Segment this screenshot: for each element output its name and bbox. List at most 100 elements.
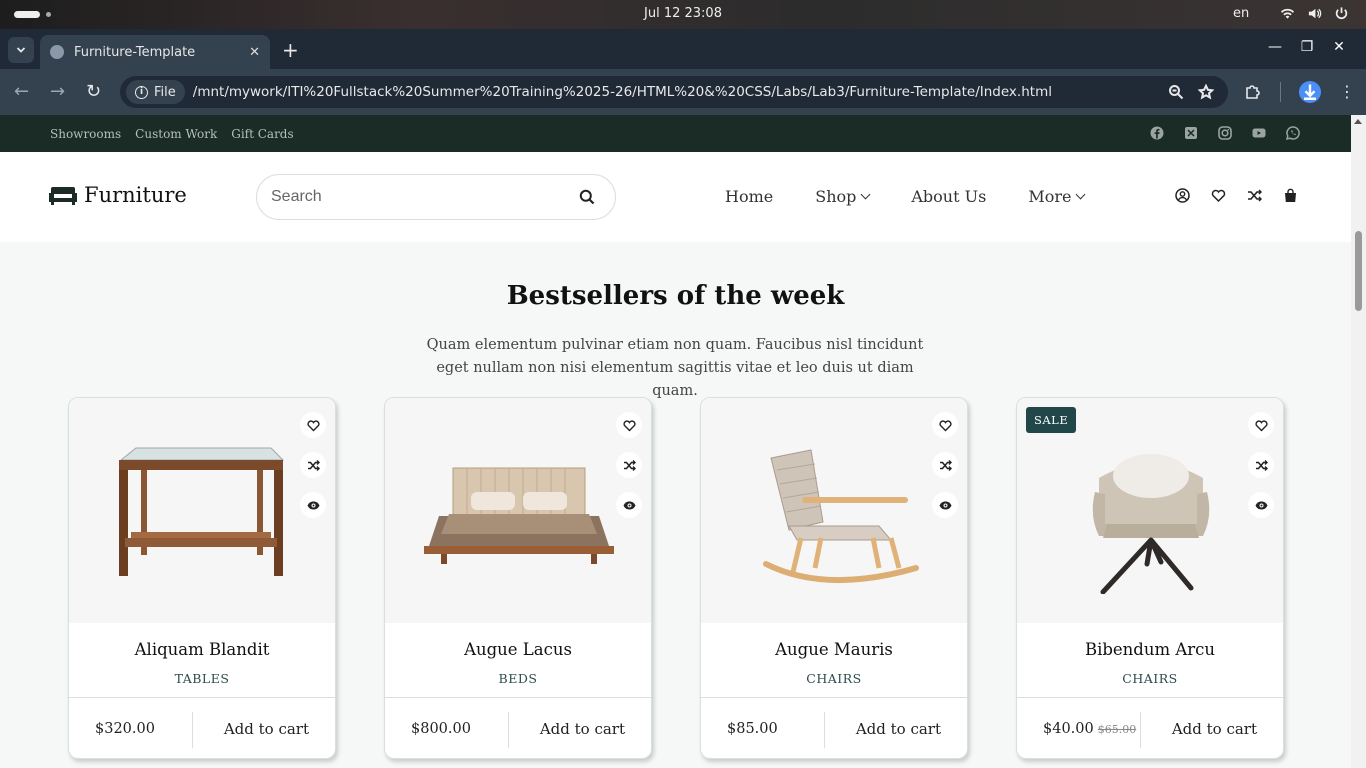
chevron-down-icon	[860, 189, 871, 200]
whatsapp-icon[interactable]	[1286, 126, 1300, 140]
nav-more[interactable]: More	[1028, 187, 1086, 206]
product-name[interactable]: Bibendum Arcu	[1017, 640, 1283, 659]
youtube-icon[interactable]	[1252, 126, 1266, 140]
back-arrow-icon[interactable]: ←	[14, 81, 29, 102]
product-card[interactable]: Augue Mauris CHAIRS $85.00 Add to cart	[700, 397, 968, 759]
product-name[interactable]: Augue Mauris	[701, 640, 967, 659]
close-icon[interactable]: ✕	[1332, 39, 1346, 55]
product-card[interactable]: Augue Lacus BEDS $800.00 Add to cart	[384, 397, 652, 759]
compare-button[interactable]	[300, 452, 326, 478]
site-info-chip[interactable]: i File	[126, 80, 185, 104]
product-card[interactable]: SALE Bibendum Arcu CHAIRS $40.00 $65.00 A…	[1016, 397, 1284, 759]
card-actions	[300, 412, 326, 518]
volume-icon	[1308, 8, 1322, 19]
tab-search-button[interactable]	[8, 37, 34, 63]
instagram-icon[interactable]	[1218, 126, 1232, 140]
search-box	[256, 174, 616, 220]
top-info-strip: Showrooms Custom Work Gift Cards	[0, 115, 1351, 152]
facebook-icon[interactable]	[1150, 126, 1164, 140]
footer-divider	[192, 712, 193, 748]
forward-arrow-icon[interactable]: →	[50, 81, 65, 102]
file-label: File	[154, 84, 176, 100]
product-name[interactable]: Augue Lacus	[385, 640, 651, 659]
minimize-icon[interactable]: —	[1268, 39, 1282, 55]
armchair-image	[1092, 454, 1210, 594]
product-name[interactable]: Aliquam Blandit	[69, 640, 335, 659]
url-text[interactable]: /mnt/mywork/ITI%20Fullstack%20Summer%20T…	[193, 84, 1168, 100]
quick-view-button[interactable]	[1248, 492, 1274, 518]
address-bar[interactable]: i File /mnt/mywork/ITI%20Fullstack%20Sum…	[120, 76, 1228, 108]
star-icon[interactable]	[1198, 84, 1214, 100]
window-controls: — ❐ ✕	[1268, 39, 1346, 55]
section-title: Bestsellers of the week	[506, 281, 845, 311]
nav-shop[interactable]: Shop	[815, 187, 871, 206]
wishlist-button[interactable]	[932, 412, 958, 438]
nav-home-label: Home	[725, 187, 774, 206]
shuffle-compare-icon[interactable]	[1247, 188, 1262, 203]
product-category[interactable]: TABLES	[69, 671, 335, 686]
search-icon[interactable]	[579, 189, 595, 205]
product-image[interactable]	[701, 398, 967, 623]
compare-button[interactable]	[1248, 452, 1274, 478]
quick-view-button[interactable]	[932, 492, 958, 518]
price-value: $800.00	[411, 721, 471, 737]
heart-icon	[306, 419, 320, 431]
menu-kebab-icon[interactable]: ⋮	[1339, 83, 1355, 101]
reload-icon[interactable]: ↻	[86, 81, 101, 102]
glass-table-image	[119, 447, 285, 576]
nav-home[interactable]: Home	[725, 187, 773, 206]
user-icon[interactable]	[1175, 188, 1190, 203]
product-category[interactable]: CHAIRS	[701, 671, 967, 686]
x-twitter-icon[interactable]	[1184, 126, 1198, 140]
add-to-cart-button[interactable]: Add to cart	[1172, 720, 1257, 738]
web-page: Showrooms Custom Work Gift Cards Furnitu…	[0, 115, 1351, 768]
os-top-bar: Jul 12 23:08 en	[0, 0, 1366, 29]
nav-about-label: About Us	[911, 187, 987, 206]
download-profile-icon[interactable]	[1299, 81, 1321, 103]
browser-tabstrip: Furniture-Template ✕ + — ❐ ✕	[0, 29, 1366, 69]
add-to-cart-button[interactable]: Add to cart	[540, 720, 625, 738]
eye-icon	[623, 501, 635, 509]
page-scrollbar[interactable]	[1351, 115, 1366, 768]
new-tab-button[interactable]: +	[282, 38, 299, 62]
browser-tab[interactable]: Furniture-Template ✕	[40, 35, 270, 69]
showrooms-link[interactable]: Showrooms	[50, 127, 121, 141]
wishlist-button[interactable]	[616, 412, 642, 438]
clock[interactable]: Jul 12 23:08	[0, 6, 1366, 21]
heart-icon	[1254, 419, 1268, 431]
product-image[interactable]	[69, 398, 335, 623]
shuffle-icon	[1255, 459, 1268, 471]
add-to-cart-button[interactable]: Add to cart	[856, 720, 941, 738]
scroll-up-arrow-icon[interactable]	[1354, 119, 1362, 124]
zoom-icon[interactable]	[1168, 84, 1184, 100]
quick-view-button[interactable]	[616, 492, 642, 518]
compare-button[interactable]	[932, 452, 958, 478]
restore-icon[interactable]: ❐	[1300, 39, 1314, 55]
system-tray[interactable]	[1280, 6, 1349, 21]
product-image[interactable]	[385, 398, 651, 623]
compare-button[interactable]	[616, 452, 642, 478]
eye-icon	[1255, 501, 1267, 509]
extensions-icon[interactable]	[1244, 83, 1262, 101]
tab-close-button[interactable]: ✕	[249, 45, 260, 60]
site-logo[interactable]: Furniture	[48, 183, 187, 207]
product-category[interactable]: CHAIRS	[1017, 671, 1283, 686]
search-input[interactable]	[257, 188, 579, 206]
card-actions	[616, 412, 642, 518]
shopping-bag-icon[interactable]	[1283, 188, 1298, 203]
heart-icon	[938, 419, 952, 431]
nav-about-us[interactable]: About Us	[911, 187, 986, 206]
scrollbar-thumb[interactable]	[1355, 231, 1362, 311]
product-price: $40.00 $65.00	[1043, 721, 1136, 737]
gift-cards-link[interactable]: Gift Cards	[231, 127, 293, 141]
heart-icon[interactable]	[1211, 188, 1226, 203]
product-image[interactable]: SALE	[1017, 398, 1283, 623]
custom-work-link[interactable]: Custom Work	[135, 127, 217, 141]
wishlist-button[interactable]	[1248, 412, 1274, 438]
quick-view-button[interactable]	[300, 492, 326, 518]
product-card[interactable]: Aliquam Blandit TABLES $320.00 Add to ca…	[68, 397, 336, 759]
language-indicator[interactable]: en	[1233, 6, 1249, 21]
add-to-cart-button[interactable]: Add to cart	[224, 720, 309, 738]
product-category[interactable]: BEDS	[385, 671, 651, 686]
wishlist-button[interactable]	[300, 412, 326, 438]
